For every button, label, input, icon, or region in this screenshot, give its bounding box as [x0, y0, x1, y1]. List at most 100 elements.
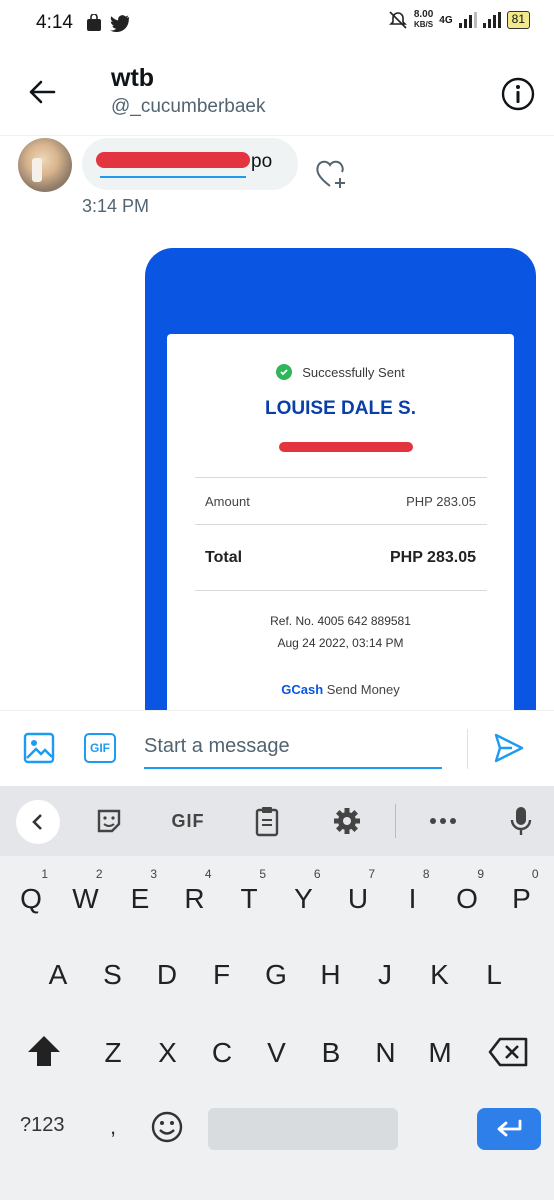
- clipboard-button[interactable]: [250, 804, 284, 838]
- key[interactable]: K: [413, 944, 467, 1006]
- emoji-key[interactable]: [150, 1110, 184, 1144]
- key-row-1: Q1W2E3R4T5Y6U7I8O9P0: [0, 868, 554, 930]
- space-key[interactable]: [208, 1108, 398, 1150]
- key-label: F: [212, 959, 231, 990]
- amount-value: PHP 283.05: [406, 494, 476, 509]
- conversation-handle: @_cucumberbaek: [111, 96, 266, 117]
- key[interactable]: U7: [331, 868, 385, 930]
- key-label: P: [512, 883, 531, 914]
- send-button[interactable]: [492, 731, 528, 767]
- divider: [195, 590, 487, 591]
- send-icon: [494, 733, 524, 763]
- key[interactable]: Z: [86, 1022, 140, 1084]
- backspace-key[interactable]: [488, 1036, 530, 1068]
- key[interactable]: X: [141, 1022, 195, 1084]
- recipient-name: LOUISE DALE S.: [265, 398, 416, 419]
- info-icon: [501, 77, 535, 111]
- more-icon: [430, 818, 456, 824]
- keyboard-back-button[interactable]: [16, 800, 60, 844]
- key-hint: 3: [150, 867, 157, 881]
- key-label: S: [103, 959, 122, 990]
- key[interactable]: D: [140, 944, 194, 1006]
- shopping-bag-icon: [87, 14, 101, 31]
- add-image-button[interactable]: [22, 731, 56, 765]
- key-label: Q: [20, 883, 42, 914]
- amount-row: Amount PHP 283.05: [205, 494, 476, 509]
- key-hint: 8: [422, 867, 430, 881]
- success-row: Successfully Sent: [167, 364, 514, 380]
- key[interactable]: L: [467, 944, 521, 1006]
- key[interactable]: C: [195, 1022, 249, 1084]
- key[interactable]: V: [250, 1022, 304, 1084]
- key[interactable]: S: [86, 944, 140, 1006]
- amount-label: Amount: [205, 494, 250, 509]
- key[interactable]: Y6: [277, 868, 331, 930]
- key[interactable]: I8: [386, 868, 440, 930]
- key-label: U: [347, 883, 369, 914]
- message-input[interactable]: [144, 725, 442, 769]
- network-type: 4G: [439, 14, 453, 26]
- chat-area[interactable]: po 3:14 PM Successfully Sent LOUISE DALE…: [0, 136, 554, 710]
- key[interactable]: G: [249, 944, 303, 1006]
- notification-icons: [86, 14, 130, 32]
- back-button[interactable]: [24, 74, 60, 110]
- key-hint: 0: [531, 867, 539, 881]
- net-speed: 8.00 KB/S: [414, 10, 433, 30]
- keyboard-gif-button[interactable]: GIF: [168, 804, 208, 838]
- more-button[interactable]: [426, 804, 460, 838]
- key[interactable]: A: [31, 944, 85, 1006]
- key[interactable]: Q1: [4, 868, 58, 930]
- enter-key[interactable]: [477, 1108, 541, 1150]
- net-speed-unit: KB/S: [414, 20, 434, 29]
- service-label: Send Money: [326, 682, 400, 697]
- comma-key[interactable]: ,: [110, 1114, 116, 1140]
- key[interactable]: R4: [168, 868, 222, 930]
- mic-icon: [510, 807, 532, 835]
- key-label: H: [320, 959, 341, 990]
- key-label: I: [408, 883, 417, 914]
- info-button[interactable]: [500, 76, 536, 112]
- key-label: Z: [104, 1037, 122, 1068]
- image-icon: [23, 732, 55, 764]
- shift-key[interactable]: [26, 1034, 62, 1070]
- key-label: R: [184, 883, 205, 914]
- status-time: 4:14: [36, 12, 73, 33]
- key-label: J: [378, 959, 392, 990]
- heart-plus-icon: [316, 160, 345, 188]
- conversation-title: wtb: [111, 64, 155, 92]
- key[interactable]: O9: [440, 868, 494, 930]
- message-text: po: [251, 151, 273, 172]
- reference-number: Ref. No. 4005 642 889581: [270, 614, 411, 628]
- message-link-underline: [100, 176, 246, 178]
- chevron-left-icon: [32, 814, 42, 830]
- keyboard: GIF Q1W2E3R4T5Y6U7I8O9P0 ASDFGHJKL ZXCVB…: [0, 786, 554, 1200]
- gif-button[interactable]: GIF: [84, 733, 116, 763]
- avatar[interactable]: [18, 138, 72, 192]
- key[interactable]: N: [359, 1022, 413, 1084]
- key[interactable]: J: [358, 944, 412, 1006]
- key[interactable]: H: [304, 944, 358, 1006]
- gcash-logo: GCash: [281, 682, 324, 697]
- key[interactable]: F: [195, 944, 249, 1006]
- sticker-icon: [97, 809, 121, 833]
- key[interactable]: B: [304, 1022, 358, 1084]
- key-label: G: [265, 959, 287, 990]
- key[interactable]: P0: [495, 868, 549, 930]
- voice-input-button[interactable]: [506, 804, 536, 838]
- key-label: Y: [294, 883, 313, 914]
- symbols-key[interactable]: ?123: [20, 1114, 65, 1137]
- sticker-button[interactable]: [92, 804, 126, 838]
- key[interactable]: W2: [59, 868, 113, 930]
- settings-button[interactable]: [330, 804, 364, 838]
- key[interactable]: M: [413, 1022, 467, 1084]
- key-hint: 2: [95, 867, 103, 881]
- bird-icon: [110, 15, 130, 32]
- key[interactable]: E3: [113, 868, 167, 930]
- keyboard-toolbar: GIF: [0, 786, 554, 856]
- gear-icon: [334, 808, 360, 834]
- key[interactable]: T5: [222, 868, 276, 930]
- key-label: T: [240, 883, 258, 914]
- key-label: K: [430, 959, 449, 990]
- react-button[interactable]: [312, 156, 350, 194]
- image-attachment[interactable]: Successfully Sent LOUISE DALE S. Amount …: [145, 248, 536, 710]
